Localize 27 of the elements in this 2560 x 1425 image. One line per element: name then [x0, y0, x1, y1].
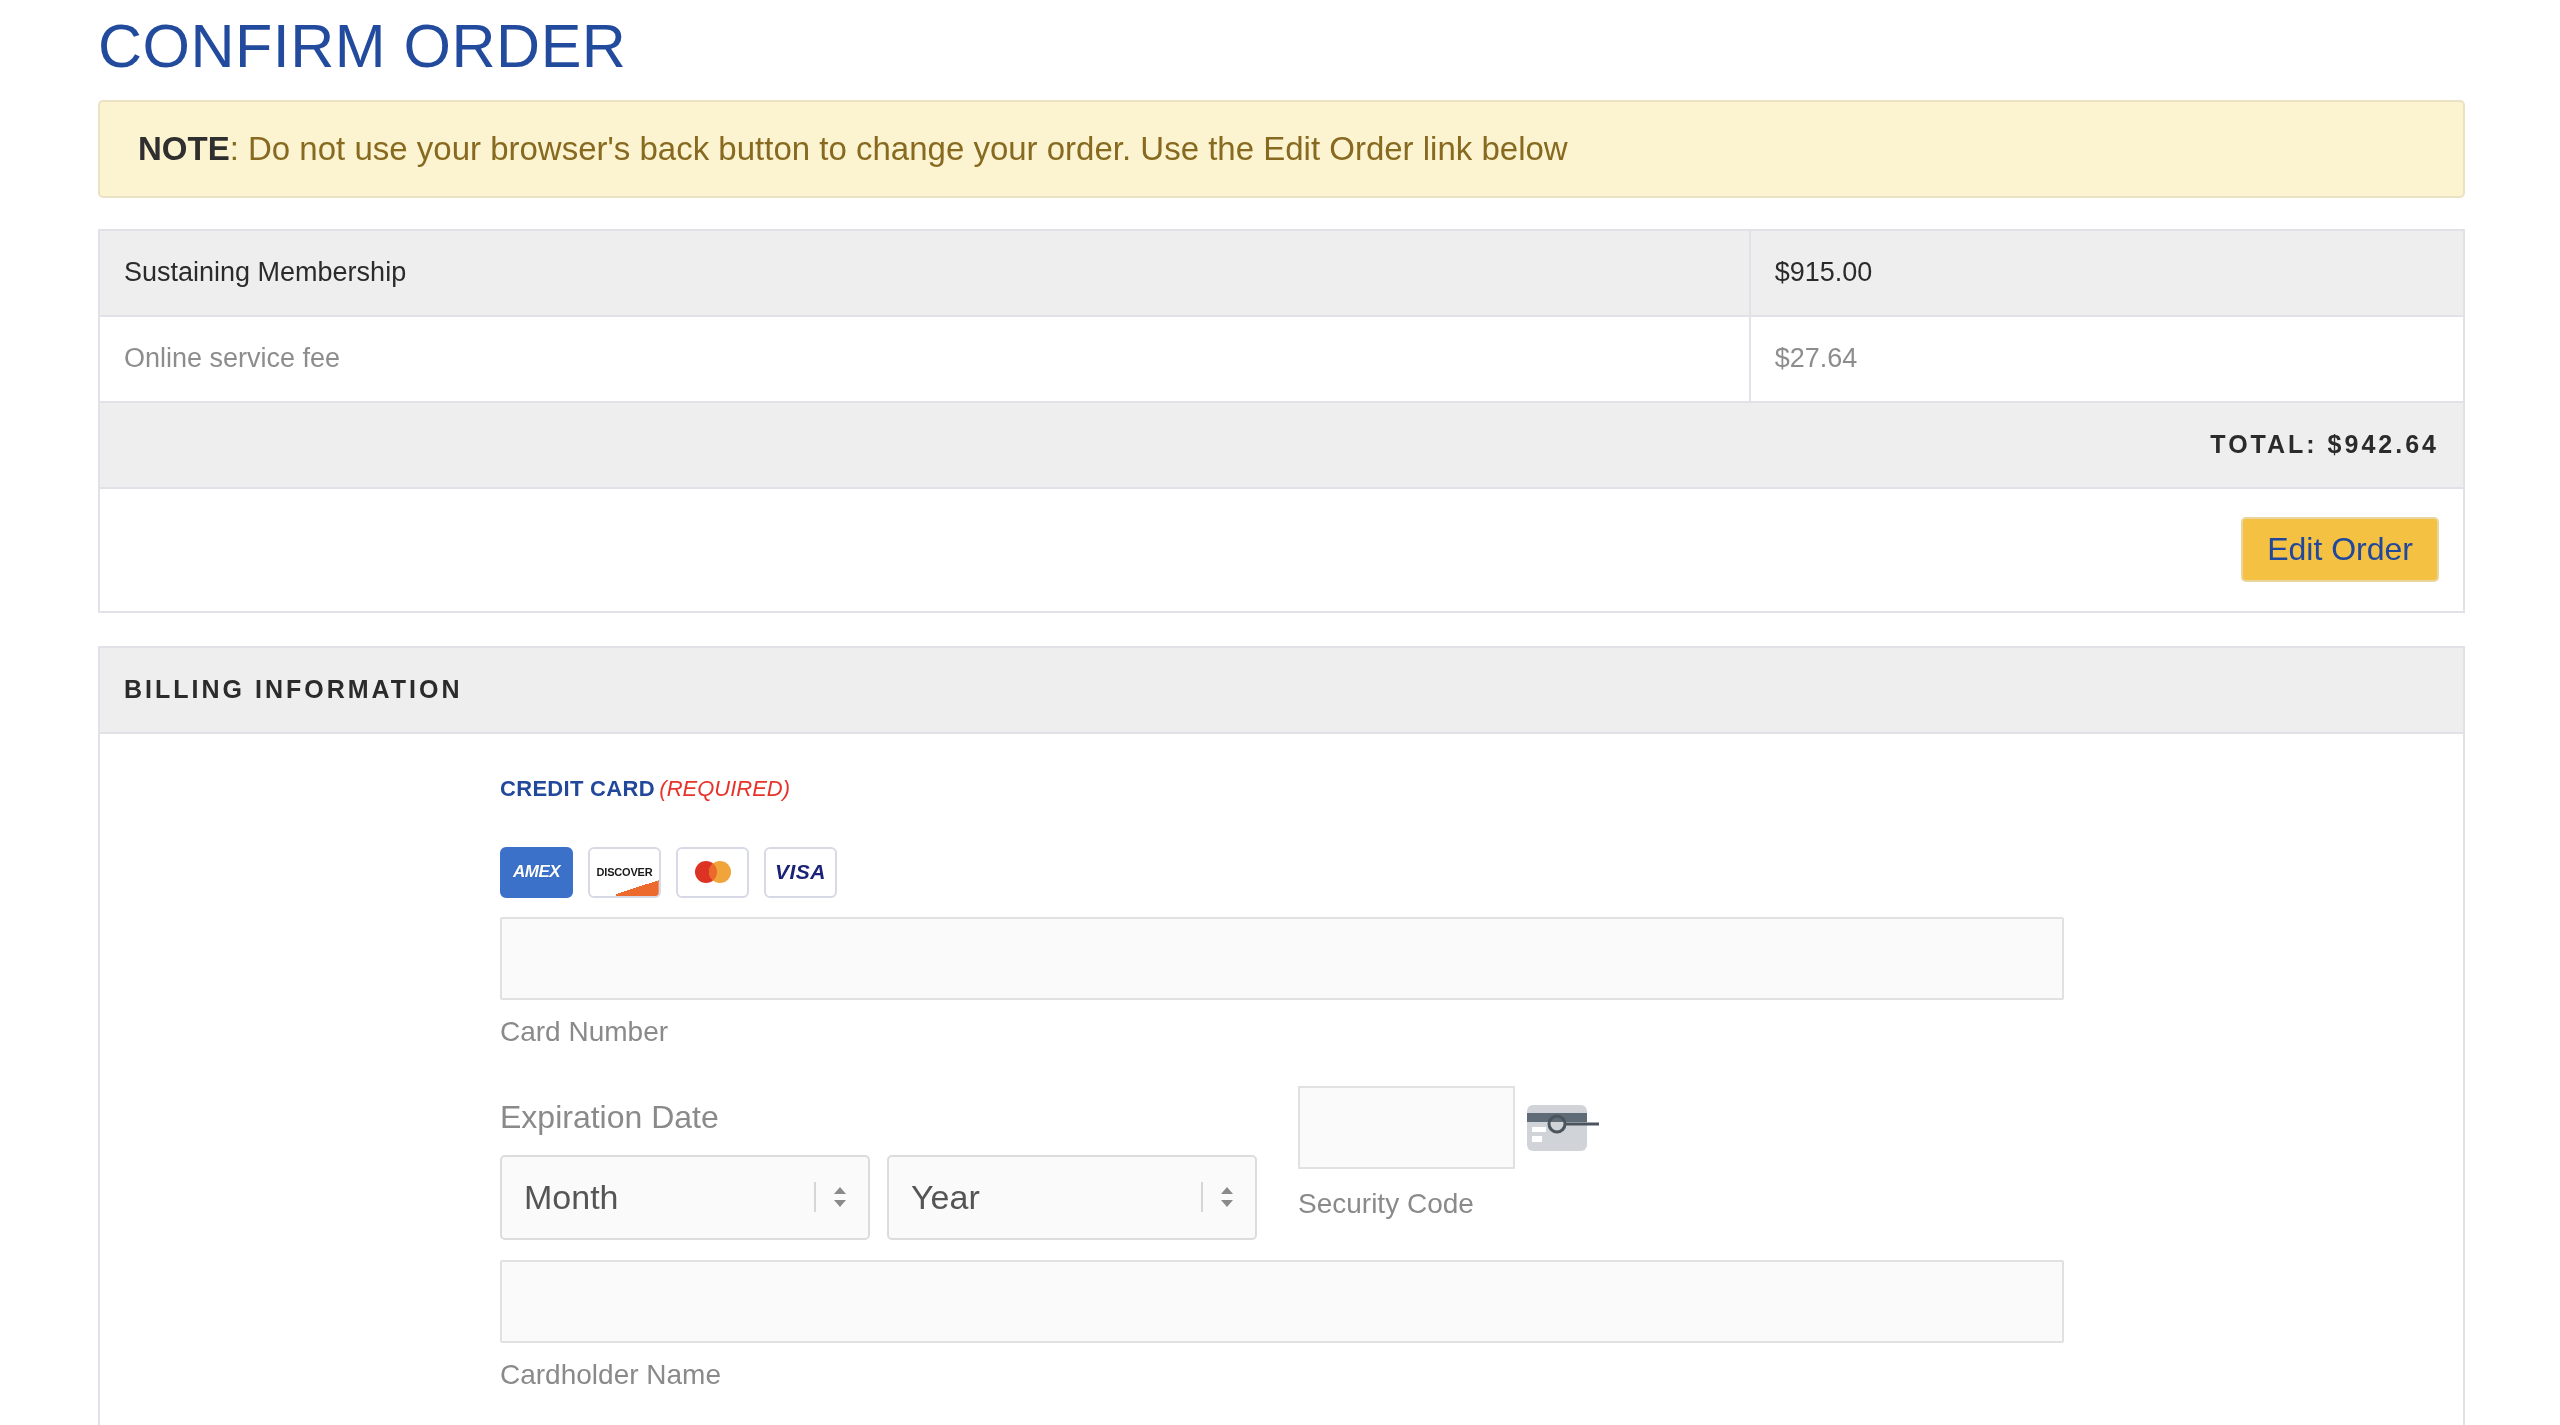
page-title: CONFIRM ORDER [98, 13, 627, 81]
card-number-field[interactable] [500, 916, 2064, 1000]
notice-text: NOTE: Do not use your browser's back button to change your order. Use the Edit Order link below [138, 130, 1568, 168]
field-label: Card Number [500, 1014, 669, 1049]
month-select[interactable]: Month [500, 1154, 870, 1240]
required-note: (REQUIRED) [659, 775, 791, 801]
credit-card-label: CREDIT CARD [500, 775, 655, 801]
card-logo: AMEX [500, 846, 573, 898]
field-label: Cardholder Name [500, 1357, 721, 1392]
item-name: Sustaining Membership [124, 257, 407, 288]
year-select[interactable]: Year [887, 1154, 1257, 1240]
edit-order-button[interactable]: Edit Order [2241, 517, 2439, 582]
card-logo: VISA [764, 846, 837, 898]
item-price: $915.00 [1774, 257, 1873, 288]
sort-arrows-icon [834, 1187, 846, 1208]
field-label: Security Code [1298, 1187, 1474, 1221]
cardholder-name-field[interactable] [500, 1259, 2064, 1343]
field-label: Expiration Date [500, 1098, 719, 1137]
item-price: $27.64 [1774, 343, 1858, 374]
credit-card-icon [1527, 1104, 1599, 1151]
sort-arrows-icon [1221, 1187, 1233, 1208]
item-name: Online service fee [124, 343, 341, 374]
order-total: TOTAL: $942.64 [2210, 429, 2439, 458]
card-logo: DISCOVER [588, 846, 661, 898]
overlapping-circles-icon [676, 846, 749, 898]
section-title: BILLING INFORMATION [124, 673, 463, 705]
security-code-field[interactable] [1298, 1086, 1515, 1170]
